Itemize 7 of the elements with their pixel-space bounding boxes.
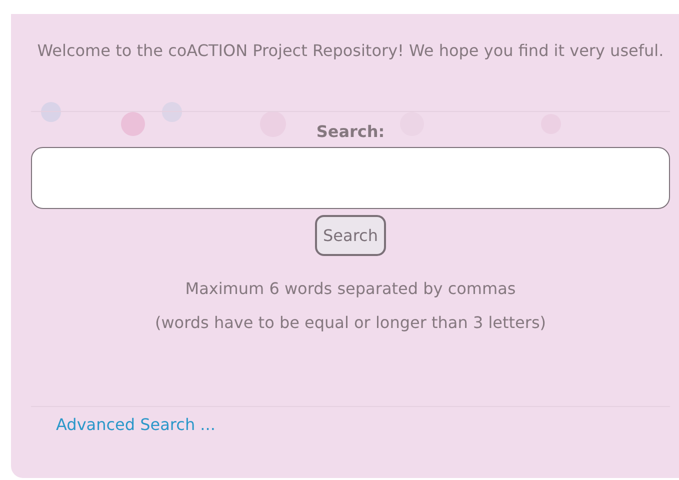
search-label: Search: [315, 122, 386, 141]
search-button[interactable]: Search [315, 215, 386, 256]
advanced-search-link[interactable]: Advanced Search ... [56, 415, 216, 434]
welcome-text: Welcome to the coACTION Project Repository! We hope you find it very useful. [36, 40, 665, 62]
hint-text: (words have to be equal or longer than 3 letters) [154, 312, 548, 334]
hint-text: Maximum 6 words separated by commas [184, 278, 517, 300]
search-field[interactable] [31, 147, 670, 209]
